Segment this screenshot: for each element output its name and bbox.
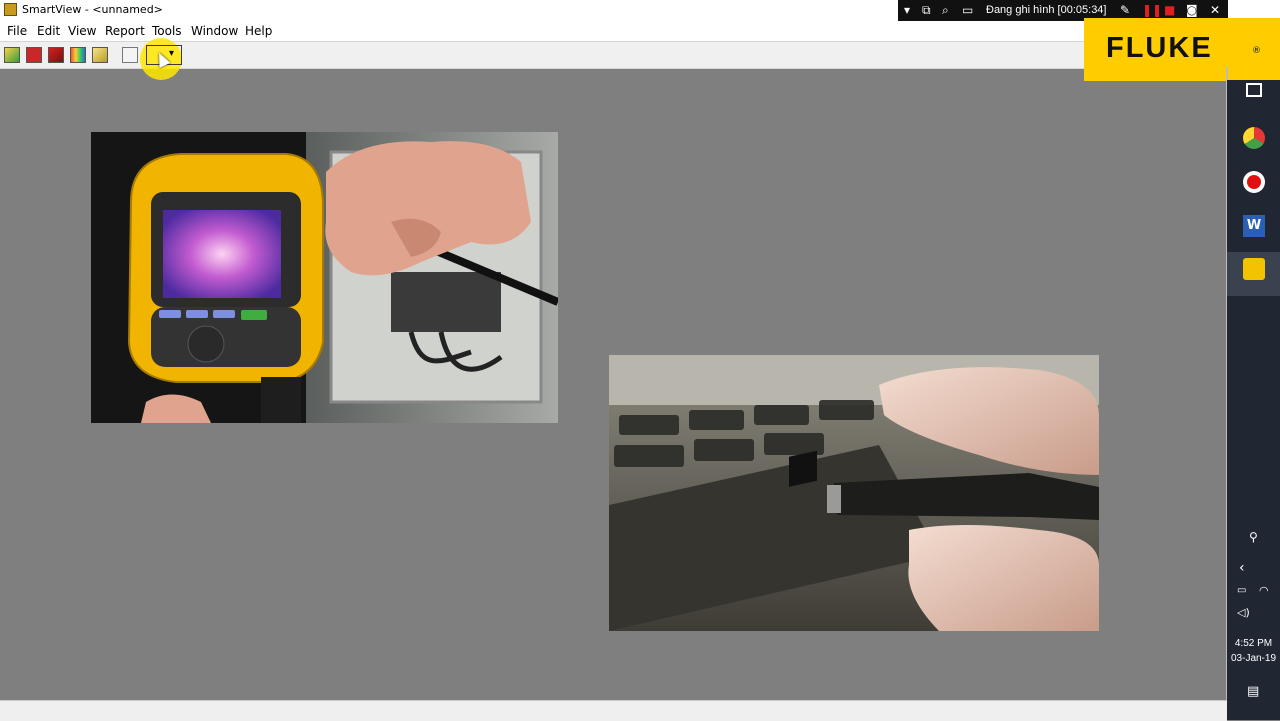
menu-window[interactable]: Window <box>191 24 238 38</box>
pause-icon[interactable]: ❚❚ <box>1142 3 1162 17</box>
save-icon[interactable] <box>26 47 42 63</box>
system-clock[interactable]: 4:52 PM 03-Jan-19 <box>1227 636 1280 666</box>
menu-view[interactable]: View <box>68 24 96 38</box>
recorder-app-icon[interactable] <box>1243 171 1265 193</box>
camera-icon[interactable]: ◙ <box>1186 3 1198 17</box>
registered-mark: ® <box>1252 46 1261 56</box>
word-icon[interactable]: W <box>1243 215 1265 237</box>
palette-icon[interactable] <box>70 47 86 63</box>
pen-icon[interactable]: ✎ <box>1120 3 1130 17</box>
usb-laptop-photo <box>609 355 1099 631</box>
battery-icon[interactable]: ▭ <box>1237 585 1246 596</box>
menu-edit[interactable]: Edit <box>37 24 60 38</box>
people-icon[interactable]: ⚲ <box>1249 530 1258 544</box>
recording-status: Đang ghi hình [00:05:34] <box>986 4 1107 16</box>
smartview-app-icon <box>4 3 17 16</box>
import-icon[interactable] <box>48 47 64 63</box>
lock-icon[interactable] <box>122 47 138 63</box>
task-view-icon[interactable] <box>1246 83 1262 97</box>
fluke-logo: FLUKE ® <box>1084 18 1280 81</box>
dropdown-icon[interactable]: ▾ <box>904 3 910 17</box>
fluke-logo-text: FLUKE <box>1106 32 1213 64</box>
menu-tools[interactable]: Tools <box>152 24 182 38</box>
chrome-icon[interactable] <box>1243 127 1265 149</box>
usb-laptop-illustration <box>609 355 1099 631</box>
menu-report[interactable]: Report <box>105 24 145 38</box>
status-bar <box>0 700 1227 721</box>
wifi-icon[interactable]: ◠ <box>1259 584 1269 597</box>
smartview-taskbar-icon[interactable] <box>1243 258 1265 280</box>
stop-icon[interactable]: ■ <box>1164 3 1175 17</box>
menu-help[interactable]: Help <box>245 24 272 38</box>
volume-icon[interactable]: ◁) <box>1237 606 1250 619</box>
close-icon[interactable]: ✕ <box>1210 3 1220 17</box>
window-icon[interactable]: ⧉ <box>922 3 931 18</box>
chevron-left-icon[interactable]: ‹ <box>1239 560 1245 576</box>
region-icon[interactable]: ▭ <box>962 3 973 17</box>
menu-file[interactable]: File <box>7 24 27 38</box>
thermal-camera-illustration <box>91 132 558 423</box>
zoom-icon[interactable]: ⌕ <box>942 3 949 18</box>
notification-icon[interactable]: ▤ <box>1247 684 1259 699</box>
windows-taskbar: W ⚲ ‹ ▭ ◠ ◁) 4:52 PM 03-Jan-19 ▤ <box>1227 80 1280 720</box>
window-title: SmartView - <unnamed> <box>22 3 163 16</box>
chevron-down-icon: ▾ <box>169 48 175 59</box>
toolbar <box>0 41 1228 69</box>
open-icon[interactable] <box>4 47 20 63</box>
clock-date: 03-Jan-19 <box>1230 653 1277 664</box>
clock-time: 4:52 PM <box>1234 638 1273 649</box>
edit-image-icon[interactable] <box>92 47 108 63</box>
thermal-camera-photo <box>91 132 558 423</box>
